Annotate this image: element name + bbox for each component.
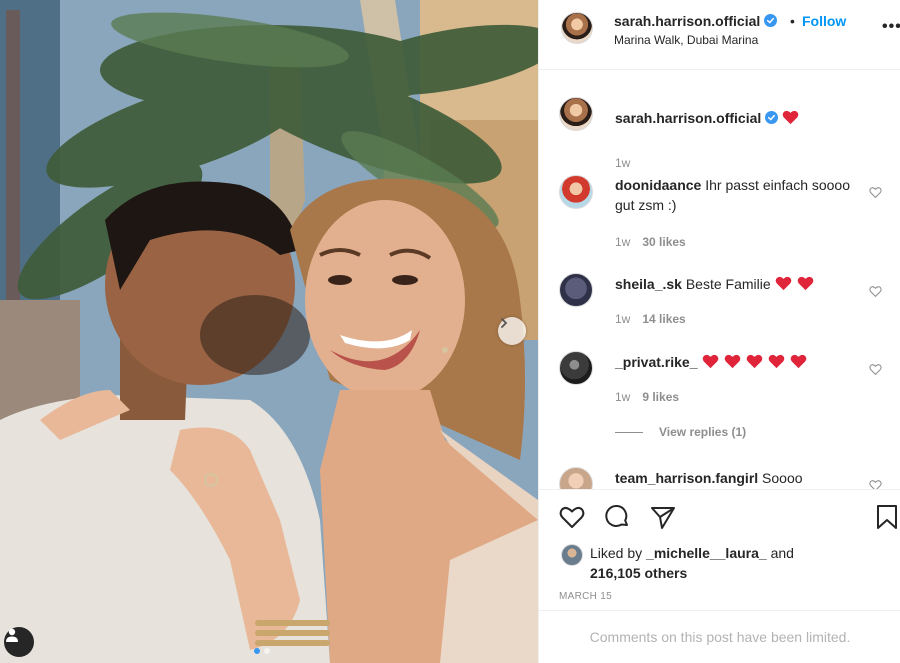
comment-text: _privat.rike_ (615, 352, 855, 372)
red-heart-emoji (790, 354, 806, 369)
view-replies-button[interactable]: View replies (1) (615, 425, 746, 439)
post-actions: Liked by _michelle__laura_ and 216,105 o… (539, 489, 900, 609)
comment-body: Soooo (762, 470, 803, 486)
red-heart-emoji (746, 354, 762, 369)
post-details-panel: sarah.harrison.official • Follow Marina … (538, 0, 900, 663)
caption-time[interactable]: 1w (615, 156, 630, 170)
carousel-dot-active (254, 648, 260, 654)
liked-by-avatar[interactable] (561, 544, 583, 566)
verified-badge-icon (765, 111, 779, 124)
carousel-dot (264, 648, 270, 654)
liked-by-prefix: Liked by (590, 545, 643, 561)
carousel-indicator (254, 648, 270, 654)
comment-meta: 1w 30 likes (615, 235, 686, 249)
red-heart-emoji (768, 354, 784, 369)
post-photo[interactable] (0, 0, 538, 663)
like-comment-heart-icon[interactable] (869, 363, 882, 376)
comment-meta: 1w 14 likes (615, 312, 686, 326)
post-header: sarah.harrison.official • Follow Marina … (539, 0, 900, 70)
red-heart-emoji (782, 110, 799, 125)
comment-text: doonidaance Ihr passt einfach soooo gut … (615, 175, 855, 215)
caption-avatar[interactable] (559, 97, 593, 131)
comment-likes[interactable]: 30 likes (642, 235, 685, 249)
comment-time[interactable]: 1w (615, 235, 630, 249)
user-tag-icon (6, 628, 18, 642)
comment-likes[interactable]: 14 likes (642, 312, 685, 326)
commenter-avatar[interactable] (559, 467, 593, 489)
comment-likes[interactable]: 9 likes (642, 390, 679, 404)
chevron-right-icon (501, 318, 508, 328)
follow-button[interactable]: Follow (802, 13, 846, 29)
comments-list[interactable]: sarah.harrison.official 1w doonidaance I… (539, 71, 900, 489)
carousel-next-button[interactable] (498, 317, 526, 345)
commenter-avatar[interactable] (559, 273, 593, 307)
comment-username[interactable]: _privat.rike_ (615, 354, 698, 370)
like-comment-heart-icon[interactable] (869, 479, 882, 489)
post-location[interactable]: Marina Walk, Dubai Marina (614, 33, 758, 47)
user-tag-button[interactable] (4, 627, 34, 657)
red-heart-emoji (724, 354, 740, 369)
comment-time[interactable]: 1w (615, 312, 630, 326)
comment-icon[interactable] (603, 503, 631, 531)
caption-username[interactable]: sarah.harrison.official (615, 110, 761, 126)
like-comment-heart-icon[interactable] (869, 285, 882, 298)
comment-body: Beste Familie (685, 276, 771, 292)
commenter-avatar[interactable] (559, 351, 593, 385)
author-avatar[interactable] (561, 12, 593, 44)
comment-meta: 1w 9 likes (615, 390, 679, 404)
comment-text: team_harrison.fangirl Soooo (615, 468, 855, 488)
caption-text: sarah.harrison.official (615, 108, 855, 128)
heart-icon[interactable] (558, 503, 586, 531)
liked-by-and: and (770, 545, 794, 561)
commenter-avatar[interactable] (559, 175, 593, 209)
liked-by-text: Liked by _michelle__laura_ and 216,105 o… (590, 543, 890, 583)
photo-illustration (0, 0, 538, 663)
author-username-row[interactable]: sarah.harrison.official (614, 13, 778, 29)
comment-username[interactable]: team_harrison.fangirl (615, 470, 758, 486)
comment-username[interactable]: sheila_.sk (615, 276, 682, 292)
comment-time[interactable]: 1w (615, 390, 630, 404)
comment-text: sheila_.sk Beste Familie (615, 274, 855, 294)
more-options-button[interactable]: ••• (882, 18, 900, 36)
comment-username[interactable]: doonidaance (615, 177, 701, 193)
author-username[interactable]: sarah.harrison.official (614, 13, 760, 29)
red-heart-emoji (702, 354, 718, 369)
red-heart-emoji (775, 276, 791, 291)
post-date[interactable]: MARCH 15 (559, 591, 612, 602)
verified-badge-icon (764, 14, 778, 27)
liked-by-user[interactable]: _michelle__laura_ (646, 545, 767, 561)
like-comment-heart-icon[interactable] (869, 186, 882, 199)
share-icon[interactable] (649, 503, 677, 531)
header-separator: • (790, 13, 795, 29)
bookmark-icon[interactable] (873, 503, 900, 531)
likes-count[interactable]: 216,105 others (590, 565, 687, 581)
red-heart-emoji (797, 276, 813, 291)
comments-limited-notice: Comments on this post have been limited. (539, 610, 900, 663)
